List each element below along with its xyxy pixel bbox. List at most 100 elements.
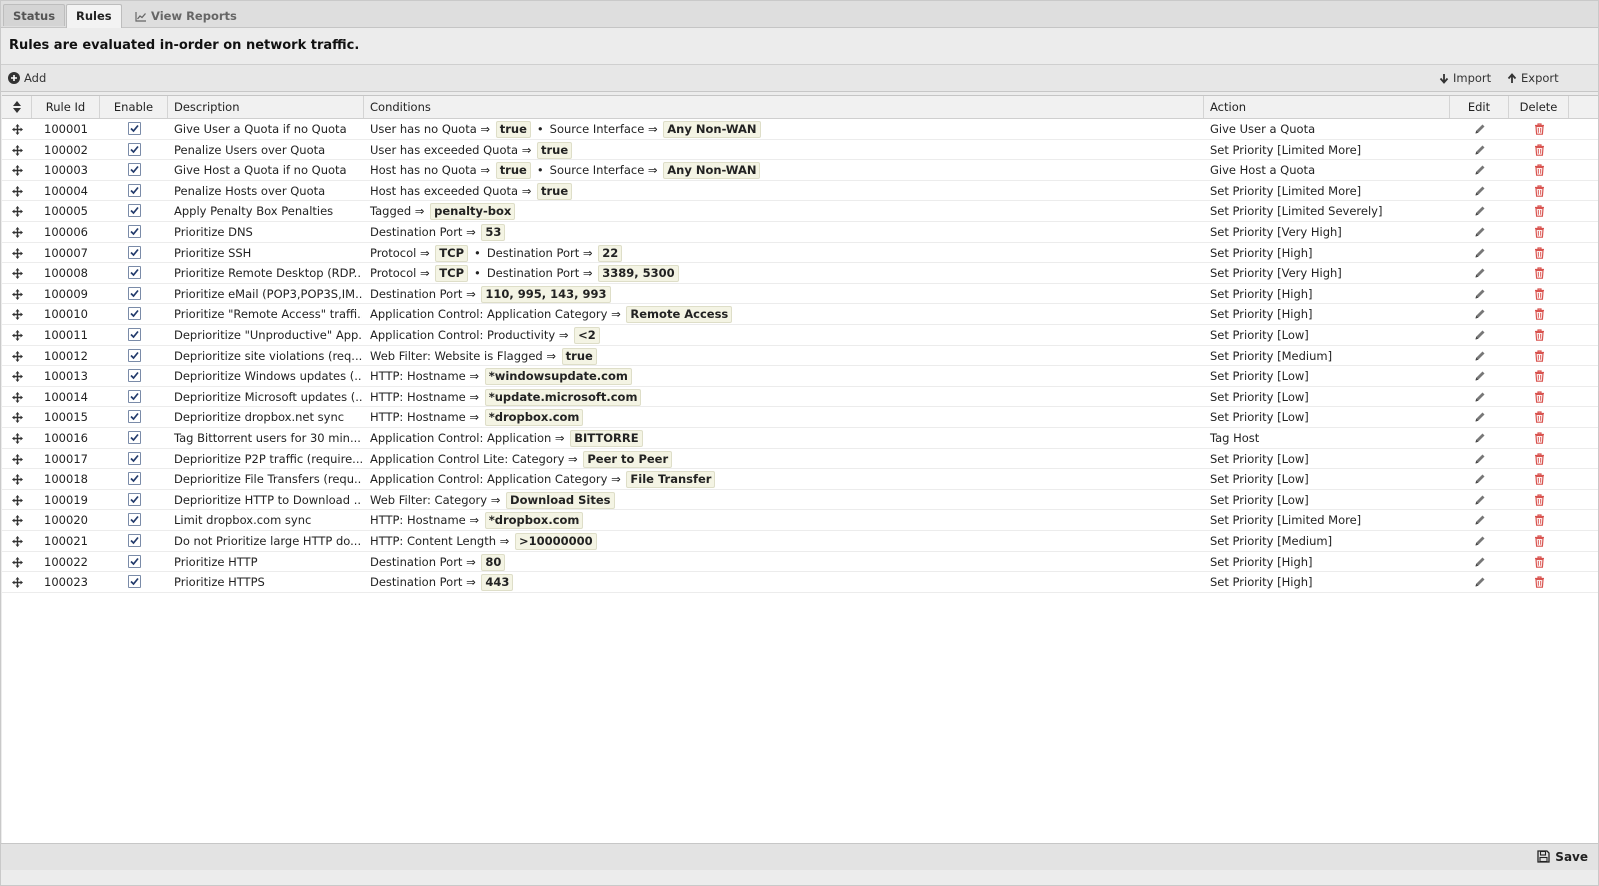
table-row[interactable]: 100018 Deprioritize File Transfers (requ.…: [2, 469, 1598, 490]
enable-checkbox[interactable]: [127, 163, 141, 177]
delete-button[interactable]: [1509, 366, 1569, 386]
table-row[interactable]: 100020 Limit dropbox.com sync HTTP: Hostna…: [2, 510, 1598, 531]
enable-checkbox[interactable]: [127, 410, 141, 424]
enable-checkbox[interactable]: [127, 431, 141, 444]
table-row[interactable]: 100001 Give User a Quota if no Quota User …: [2, 119, 1598, 140]
edit-button[interactable]: [1450, 346, 1509, 366]
edit-button[interactable]: [1450, 201, 1509, 221]
drag-handle[interactable]: [2, 407, 32, 427]
table-row[interactable]: 100005 Apply Penalty Box Penalties Tagged …: [2, 201, 1598, 222]
table-row[interactable]: 100013 Deprioritize Windows updates (... H…: [2, 366, 1598, 387]
enable-checkbox[interactable]: [127, 204, 141, 218]
drag-handle[interactable]: [2, 531, 32, 551]
enable-checkbox[interactable]: [127, 122, 141, 135]
table-row[interactable]: 100014 Deprioritize Microsoft updates (..…: [2, 387, 1598, 408]
delete-button[interactable]: [1509, 181, 1569, 201]
edit-button[interactable]: [1450, 304, 1509, 324]
edit-button[interactable]: [1450, 243, 1509, 263]
delete-button[interactable]: [1509, 449, 1569, 469]
delete-button[interactable]: [1509, 552, 1569, 572]
table-row[interactable]: 100021 Do not Prioritize large HTTP do...…: [2, 531, 1598, 552]
enable-checkbox[interactable]: [127, 389, 141, 403]
enable-checkbox[interactable]: [127, 575, 141, 589]
table-row[interactable]: 100002 Penalize Users over Quota User has …: [2, 140, 1598, 161]
enable-checkbox[interactable]: [127, 348, 141, 362]
table-row[interactable]: 100015 Deprioritize dropbox.net sync HTTP:…: [2, 407, 1598, 428]
edit-button[interactable]: [1450, 407, 1509, 427]
edit-button[interactable]: [1450, 510, 1509, 530]
enable-checkbox[interactable]: [127, 369, 141, 383]
enable-checkbox[interactable]: [127, 472, 141, 486]
delete-button[interactable]: [1509, 531, 1569, 551]
enable-checkbox[interactable]: [127, 225, 141, 238]
edit-button[interactable]: [1450, 366, 1509, 386]
table-row[interactable]: 100016 Tag Bittorrent users for 30 min...…: [2, 428, 1598, 449]
delete-button[interactable]: [1509, 325, 1569, 345]
edit-button[interactable]: [1450, 428, 1509, 448]
delete-button[interactable]: [1509, 160, 1569, 180]
tab-rules[interactable]: Rules: [66, 4, 122, 28]
table-row[interactable]: 100011 Deprioritize "Unproductive" App...…: [2, 325, 1598, 346]
edit-button[interactable]: [1450, 222, 1509, 242]
drag-handle[interactable]: [2, 222, 32, 242]
enable-checkbox[interactable]: [127, 534, 141, 547]
enable-checkbox[interactable]: [127, 266, 141, 280]
delete-button[interactable]: [1509, 243, 1569, 263]
enable-checkbox[interactable]: [127, 286, 141, 300]
table-row[interactable]: 100010 Prioritize "Remote Access" traffi.…: [2, 304, 1598, 325]
enable-checkbox[interactable]: [127, 492, 141, 506]
table-row[interactable]: 100007 Prioritize SSH Protocol ⇒ TCP • Desti…: [2, 243, 1598, 264]
drag-handle[interactable]: [2, 572, 32, 592]
drag-handle[interactable]: [2, 449, 32, 469]
edit-button[interactable]: [1450, 490, 1509, 510]
rule-id-column-header[interactable]: Rule Id: [32, 96, 100, 118]
conditions-column-header[interactable]: Conditions: [364, 96, 1204, 118]
table-row[interactable]: 100022 Prioritize HTTP Destination Port ⇒ …: [2, 552, 1598, 573]
edit-button[interactable]: [1450, 181, 1509, 201]
delete-button[interactable]: [1509, 490, 1569, 510]
tab-view-reports[interactable]: View Reports: [125, 4, 247, 26]
edit-button[interactable]: [1450, 284, 1509, 304]
table-row[interactable]: 100004 Penalize Hosts over Quota Host has …: [2, 181, 1598, 202]
drag-handle[interactable]: [2, 181, 32, 201]
enable-checkbox[interactable]: [127, 328, 141, 341]
delete-button[interactable]: [1509, 428, 1569, 448]
table-row[interactable]: 100008 Prioritize Remote Desktop (RDP... P…: [2, 263, 1598, 284]
drag-handle[interactable]: [2, 243, 32, 263]
drag-handle[interactable]: [2, 201, 32, 221]
enable-checkbox[interactable]: [127, 245, 141, 259]
delete-button[interactable]: [1509, 572, 1569, 592]
table-row[interactable]: 100017 Deprioritize P2P traffic (require.…: [2, 449, 1598, 470]
edit-button[interactable]: [1450, 449, 1509, 469]
drag-handle[interactable]: [2, 284, 32, 304]
drag-handle[interactable]: [2, 325, 32, 345]
tab-status[interactable]: Status: [3, 4, 66, 26]
drag-handle[interactable]: [2, 366, 32, 386]
drag-handle[interactable]: [2, 469, 32, 489]
drag-handle[interactable]: [2, 387, 32, 407]
edit-button[interactable]: [1450, 160, 1509, 180]
drag-handle[interactable]: [2, 160, 32, 180]
delete-button[interactable]: [1509, 407, 1569, 427]
delete-button[interactable]: [1509, 304, 1569, 324]
export-button[interactable]: Export: [1507, 65, 1559, 91]
delete-button[interactable]: [1509, 387, 1569, 407]
table-row[interactable]: 100003 Give Host a Quota if no Quota Host …: [2, 160, 1598, 181]
save-button[interactable]: Save: [1537, 848, 1588, 866]
add-button[interactable]: Add: [8, 65, 46, 91]
delete-button[interactable]: [1509, 469, 1569, 489]
action-column-header[interactable]: Action: [1204, 96, 1450, 118]
table-row[interactable]: 100023 Prioritize HTTPS Destination Port ⇒…: [2, 572, 1598, 593]
delete-button[interactable]: [1509, 263, 1569, 283]
drag-handle[interactable]: [2, 428, 32, 448]
delete-button[interactable]: [1509, 119, 1569, 139]
enable-checkbox[interactable]: [127, 513, 141, 527]
drag-handle[interactable]: [2, 119, 32, 139]
delete-button[interactable]: [1509, 222, 1569, 242]
delete-button[interactable]: [1509, 346, 1569, 366]
enable-checkbox[interactable]: [127, 554, 141, 568]
edit-button[interactable]: [1450, 325, 1509, 345]
edit-button[interactable]: [1450, 552, 1509, 572]
delete-button[interactable]: [1509, 140, 1569, 160]
edit-button[interactable]: [1450, 469, 1509, 489]
